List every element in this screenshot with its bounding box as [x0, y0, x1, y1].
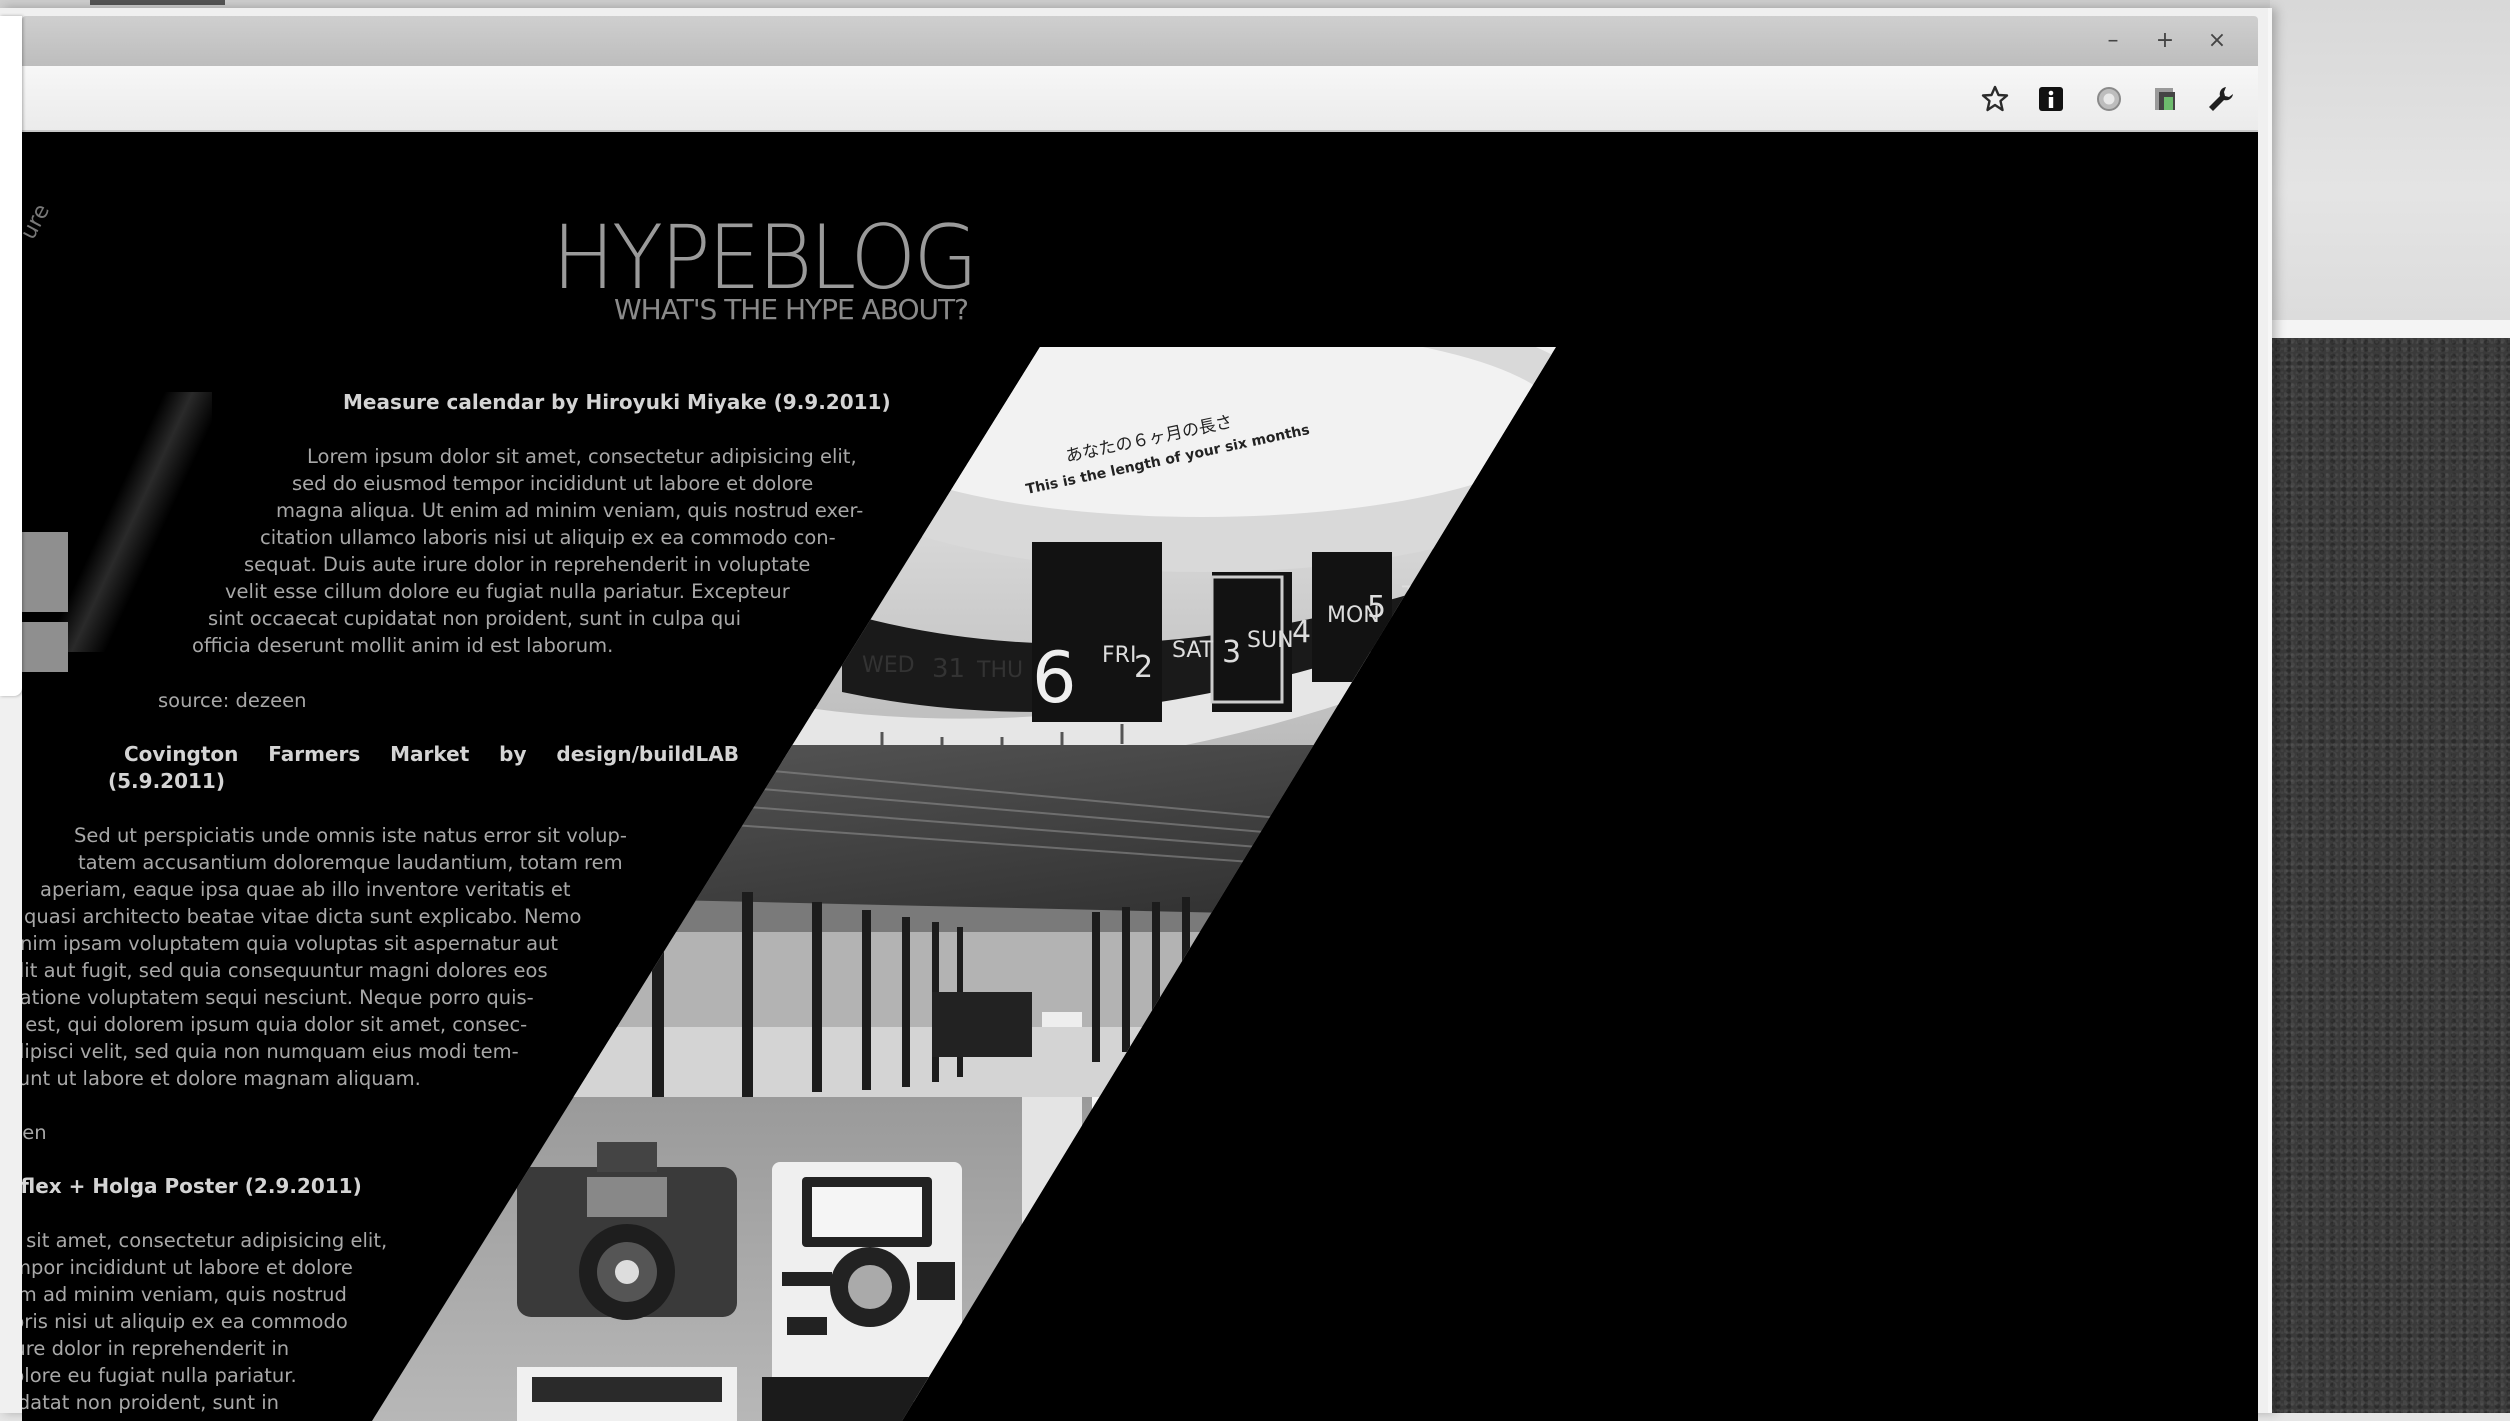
post-body-line: i ratione voluptatem sequi nesciunt. Neq… — [22, 986, 534, 1009]
post-body-line: dolore eu fugiat nulla pariatur. — [22, 1364, 297, 1387]
browser-window: – + × ure HYPEBLOG WHAT'S THE HYPE ABOUT… — [0, 8, 2272, 1421]
post-body-line: magna aliqua. Ut enim ad minim veniam, q… — [276, 499, 864, 522]
post-body-line: sed do eiusmod tempor incididunt ut labo… — [292, 472, 814, 495]
svg-text:MON: MON — [1327, 603, 1380, 628]
post-title-word: by — [499, 742, 527, 766]
close-button[interactable]: × — [2202, 26, 2232, 56]
post-body: Sed ut perspiciatis unde omnis iste natu… — [22, 822, 700, 1092]
desktop-panel-fragment — [90, 0, 225, 5]
desktop-background-light — [2270, 0, 2510, 320]
post-body-line: adipisci velit, sed quia non numquam eiu… — [22, 1040, 519, 1063]
post-body-line: boris nisi ut aliquip ex ea commodo — [22, 1310, 348, 1333]
post-body-line: idunt ut labore et dolore magnam aliquam… — [22, 1067, 421, 1090]
desktop-divider — [2270, 320, 2510, 338]
post-body-line: or sit amet, consectetur adipisicing eli… — [22, 1229, 388, 1252]
side-nav-label[interactable]: ure — [22, 200, 55, 244]
post-body-line: pidatat non proident, sunt in — [22, 1391, 279, 1414]
post-body-line: sint occaecat cupidatat non proident, su… — [208, 607, 742, 630]
desktop-background-texture — [2270, 338, 2510, 1413]
svg-text:FRI: FRI — [1102, 643, 1136, 668]
post-body-line: Sed ut perspiciatis unde omnis iste natu… — [74, 824, 627, 847]
info-icon[interactable] — [2034, 82, 2068, 116]
svg-text:31: 31 — [932, 654, 965, 684]
svg-text:3: 3 — [1222, 635, 1241, 670]
clipboard-icon[interactable] — [2148, 82, 2182, 116]
post-source[interactable]: zeen — [22, 1119, 47, 1146]
photo-camera-poster — [372, 1097, 1556, 1421]
wrench-icon[interactable] — [2204, 82, 2238, 116]
post-title[interactable]: Measure calendar by Hiroyuki Miyake (9.9… — [343, 389, 891, 416]
extension-icon[interactable] — [2092, 82, 2126, 116]
tape-text: あなたの６ヶ月の長さ This is the length of your si… — [1025, 412, 1312, 498]
svg-text:4: 4 — [1292, 615, 1311, 650]
post-body-line: tatem accusantium doloremque laudantium,… — [78, 851, 623, 874]
post-body-line: velit esse cillum dolore eu fugiat nulla… — [225, 580, 790, 603]
page-content: ure HYPEBLOG WHAT'S THE HYPE ABOUT? あなたの… — [22, 132, 2258, 1421]
svg-text:TUE: TUE — [1401, 583, 1445, 608]
svg-text:6: 6 — [1432, 565, 1451, 600]
post-body-line: irure dolor in reprehenderit in — [22, 1337, 290, 1360]
side-panel[interactable] — [0, 16, 22, 696]
svg-text:SUN: SUN — [1247, 628, 1294, 653]
post-body-line: nim ad minim veniam, quis nostrud — [22, 1283, 347, 1306]
minimize-button[interactable]: – — [2098, 26, 2128, 56]
post-title-word: Covington — [124, 742, 239, 766]
browser-toolbar — [22, 66, 2258, 132]
tape-day-labels: WED 31 THU 6 FRI 2 SAT 3 SUN 4 MON 5 TUE… — [862, 565, 1451, 719]
post-title-word: design/buildLAB — [556, 742, 739, 766]
star-icon[interactable] — [1978, 82, 2012, 116]
post-body: Lorem ipsum dolor sit amet, consectetur … — [22, 443, 927, 659]
svg-text:あなたの６ヶ月の長さ: あなたの６ヶ月の長さ — [1064, 412, 1234, 467]
post-body-line: quasi architecto beatae vitae dicta sunt… — [24, 905, 582, 928]
post-source[interactable]: source: dezeen — [158, 687, 307, 714]
site-logo[interactable]: HYPEBLOG — [552, 214, 978, 302]
post-body: or sit amet, consectetur adipisicing eli… — [22, 1227, 480, 1416]
post-title-word: Market — [390, 742, 470, 766]
post-body-line: sequat. Duis aute irure dolor in reprehe… — [244, 553, 811, 576]
svg-text:2: 2 — [1134, 650, 1153, 685]
post-title[interactable]: eiflex + Holga Poster (2.9.2011) — [22, 1173, 362, 1200]
post-body-line: Lorem ipsum dolor sit amet, consectetur … — [307, 445, 857, 468]
post-body-line: odit aut fugit, sed quia consequuntur ma… — [22, 959, 548, 982]
maximize-button[interactable]: + — [2150, 26, 2180, 56]
post-body-line: enim ipsam voluptatem quia voluptas sit … — [22, 932, 559, 955]
desktop-top-strip — [0, 0, 2270, 8]
svg-text:6: 6 — [1032, 637, 1077, 719]
post-title-date[interactable]: (5.9.2011) — [108, 768, 225, 795]
post-title-word: Farmers — [268, 742, 361, 766]
post-body-line: m est, qui dolorem ipsum quia dolor sit … — [22, 1013, 528, 1036]
svg-text:This is the length of your six: This is the length of your six months — [1025, 422, 1312, 498]
post-body-line: aperiam, eaque ipsa quae ab illo invento… — [40, 878, 571, 901]
svg-text:THU: THU — [976, 658, 1023, 683]
site-tagline: WHAT'S THE HYPE ABOUT? — [614, 293, 969, 326]
title-bar[interactable]: – + × — [22, 16, 2258, 66]
post-body-line: citation ullamco laboris nisi ut aliquip… — [260, 526, 836, 549]
svg-text:5: 5 — [1367, 590, 1386, 625]
post-body-line: officia deserunt mollit anim id est labo… — [192, 634, 614, 657]
svg-text:SAT: SAT — [1172, 638, 1214, 663]
post-title[interactable]: Covington Farmers Market by design/build… — [124, 741, 739, 768]
post-body-line: empor incididunt ut labore et dolore — [22, 1256, 353, 1279]
